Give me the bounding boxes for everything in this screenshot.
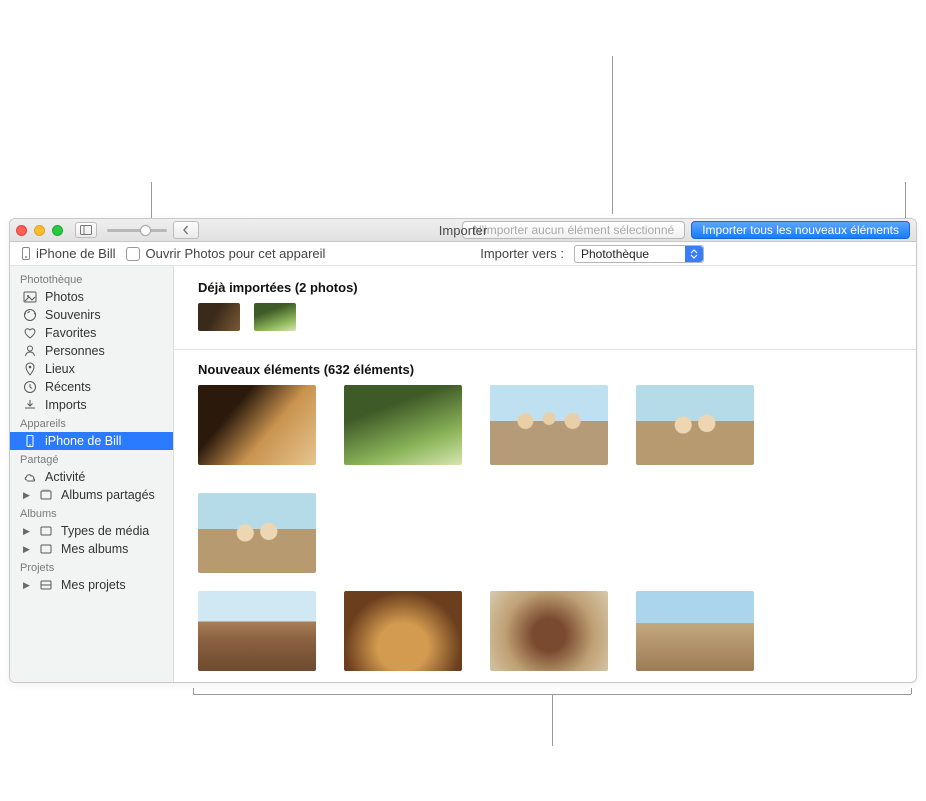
sidebar-section-library: Photothèque [10, 270, 173, 288]
photos-icon [22, 290, 38, 304]
memories-icon [22, 308, 38, 322]
callout-line-import-to [612, 56, 613, 214]
sidebar-item-media-types[interactable]: ▶ Types de média [10, 522, 173, 540]
import-to-popup[interactable]: Photothèque [574, 245, 704, 263]
sidebar-item-label: iPhone de Bill [45, 434, 165, 448]
cloud-icon [22, 470, 38, 484]
sidebar-item-favorites[interactable]: Favorites [10, 324, 173, 342]
photo-thumbnail[interactable] [344, 385, 462, 465]
callout-line-sidebar [151, 182, 152, 218]
photo-thumbnail[interactable] [344, 591, 462, 671]
sidebar-item-activity[interactable]: Activité [10, 468, 173, 486]
sidebar-item-label: Mes albums [61, 542, 165, 556]
pin-icon [22, 362, 38, 376]
section-divider [174, 349, 916, 350]
sidebar-item-places[interactable]: Lieux [10, 360, 173, 378]
disclosure-triangle-icon[interactable]: ▶ [22, 526, 31, 537]
sidebar-item-label: Imports [45, 398, 165, 412]
new-items-heading: Nouveaux éléments (632 éléments) [198, 362, 898, 377]
sidebar-section-devices: Appareils [10, 414, 173, 432]
sidebar-item-people[interactable]: Personnes [10, 342, 173, 360]
sidebar-item-photos[interactable]: Photos [10, 288, 173, 306]
sidebar-item-label: Souvenirs [45, 308, 165, 322]
sidebar-item-my-projects[interactable]: ▶ Mes projets [10, 576, 173, 594]
import-content: Déjà importées (2 photos) Nouveaux éléme… [174, 266, 916, 682]
clock-icon [22, 380, 38, 394]
disclosure-triangle-icon[interactable]: ▶ [22, 490, 31, 501]
sidebar-item-label: Lieux [45, 362, 165, 376]
sidebar-toggle-button[interactable] [75, 222, 97, 238]
sidebar: Photothèque Photos Souvenirs Favorites P… [10, 266, 174, 682]
sidebar-section-projects: Projets [10, 558, 173, 576]
chevron-updown-icon [685, 246, 703, 262]
photo-thumbnail[interactable] [198, 303, 240, 331]
titlebar: Importer N'importer aucun élément sélect… [10, 219, 916, 242]
sidebar-item-label: Activité [45, 470, 165, 484]
sidebar-item-label: Favorites [45, 326, 165, 340]
photo-thumbnail[interactable] [254, 303, 296, 331]
sidebar-item-label: Récents [45, 380, 165, 394]
phone-icon [22, 434, 38, 448]
import-subtoolbar: iPhone de Bill Ouvrir Photos pour cet ap… [10, 242, 916, 266]
photo-thumbnail[interactable] [198, 385, 316, 465]
photo-thumbnail[interactable] [490, 591, 608, 671]
import-to-label: Importer vers : [480, 246, 564, 261]
back-button[interactable] [173, 221, 199, 239]
sidebar-section-shared: Partagé [10, 450, 173, 468]
sidebar-item-label: Mes projets [61, 578, 165, 592]
import-all-new-button[interactable]: Importer tous les nouveaux éléments [691, 221, 910, 239]
callout-line-new-left-tick [193, 688, 194, 694]
callout-line-new-stem [552, 694, 553, 746]
sidebar-item-device-iphone[interactable]: iPhone de Bill [10, 432, 173, 450]
open-on-connect-checkbox[interactable] [126, 247, 140, 261]
thumbnail-zoom-slider[interactable] [107, 229, 167, 232]
project-icon [38, 578, 54, 592]
sidebar-item-label: Personnes [45, 344, 165, 358]
open-on-connect-label: Ouvrir Photos pour cet appareil [146, 246, 326, 261]
sidebar-section-albums: Albums [10, 504, 173, 522]
sidebar-item-memories[interactable]: Souvenirs [10, 306, 173, 324]
minimize-window-button[interactable] [34, 225, 45, 236]
import-to-selected-value: Photothèque [575, 247, 671, 261]
disclosure-triangle-icon[interactable]: ▶ [22, 544, 31, 555]
device-name-label: iPhone de Bill [36, 246, 116, 261]
callout-line-import-all [905, 182, 906, 218]
sidebar-item-my-albums[interactable]: ▶ Mes albums [10, 540, 173, 558]
phone-icon [22, 247, 30, 260]
zoom-window-button[interactable] [52, 225, 63, 236]
device-name: iPhone de Bill [22, 246, 116, 261]
photo-thumbnail[interactable] [636, 385, 754, 465]
photo-thumbnail[interactable] [198, 591, 316, 671]
sidebar-item-label: Photos [45, 290, 165, 304]
photos-import-window: Importer N'importer aucun élément sélect… [9, 218, 917, 683]
album-icon [38, 542, 54, 556]
sidebar-item-shared-albums[interactable]: ▶ Albums partagés [10, 486, 173, 504]
heart-icon [22, 326, 38, 340]
already-imported-heading: Déjà importées (2 photos) [198, 280, 898, 295]
already-imported-thumbnails [198, 303, 898, 331]
close-window-button[interactable] [16, 225, 27, 236]
window-controls [16, 225, 63, 236]
photo-thumbnail[interactable] [198, 493, 316, 573]
sidebar-item-label: Types de média [61, 524, 165, 538]
callout-line-new-right-tick [911, 688, 912, 694]
person-icon [22, 344, 38, 358]
sidebar-item-imports[interactable]: Imports [10, 396, 173, 414]
new-items-thumbnails-row-1 [198, 385, 898, 573]
import-icon [22, 398, 38, 412]
album-icon [38, 524, 54, 538]
import-selected-button[interactable]: N'importer aucun élément sélectionné [462, 221, 685, 239]
new-items-thumbnails-row-2 [198, 591, 898, 682]
sidebar-item-label: Albums partagés [61, 488, 165, 502]
sidebar-item-recents[interactable]: Récents [10, 378, 173, 396]
photo-thumbnail[interactable] [636, 591, 754, 671]
photo-thumbnail[interactable] [490, 385, 608, 465]
disclosure-triangle-icon[interactable]: ▶ [22, 580, 31, 591]
album-icon [38, 488, 54, 502]
